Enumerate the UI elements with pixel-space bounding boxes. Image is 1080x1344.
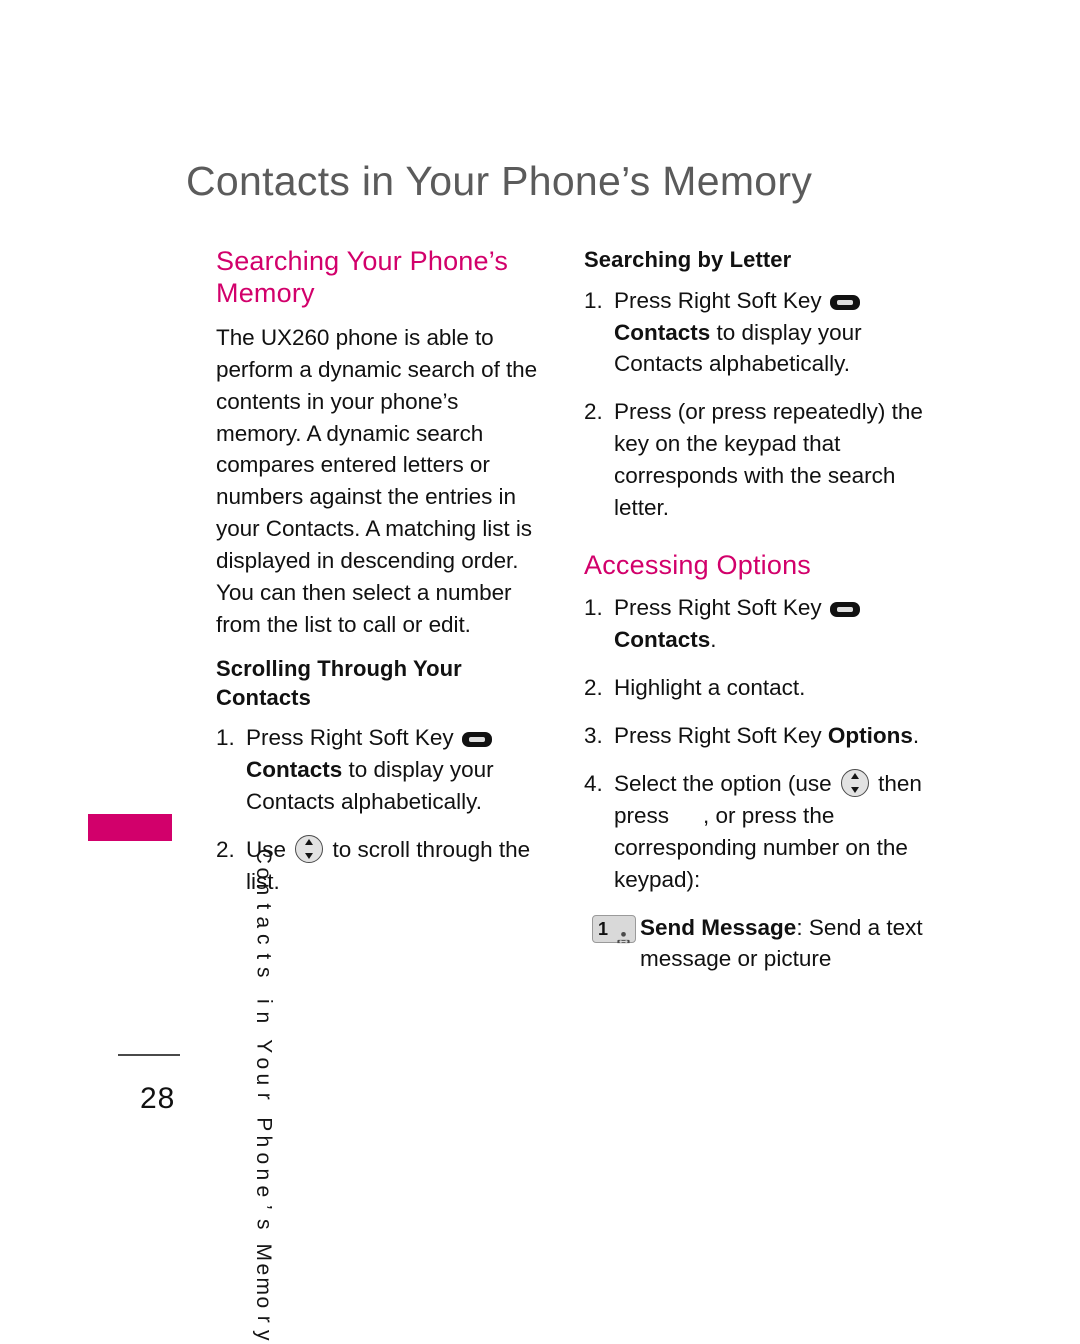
step-text: Press Right Soft Key (614, 287, 822, 313)
voicemail-icon (616, 922, 631, 943)
step-text: Press (or press repeatedly) the key on t… (614, 399, 923, 521)
step-options-4: 4. Select the option (use then press, or … (584, 768, 944, 896)
soft-key-icon (829, 294, 860, 310)
step-number: 2. (584, 399, 603, 425)
step-bold-contacts: Contacts (614, 626, 711, 652)
option-label: Send Message (640, 914, 797, 940)
step-text-tail: . (710, 626, 717, 652)
step-scroll-1: 1. Press Right Soft Key Contacts to displ… (216, 722, 546, 818)
right-column: Searching by Letter 1. Press Right Soft K… (584, 246, 944, 991)
step-number: 4. (584, 770, 603, 796)
step-text: Highlight a contact. (614, 674, 806, 700)
step-scroll-2: 2. Use to scroll through the list. (216, 834, 546, 898)
footer-divider (118, 1054, 180, 1056)
step-options-3: 3. Press Right Soft Key Options. (584, 720, 944, 752)
step-text: Select the option (use (614, 770, 832, 796)
step-number: 2. (216, 837, 235, 863)
step-options-2: 2. Highlight a contact. (584, 672, 944, 704)
keypad-key-1: 1 (592, 914, 636, 946)
step-text-tail: to scroll through the list. (246, 837, 531, 895)
step-text: Press Right Soft Key (614, 595, 822, 621)
step-options-1: 1. Press Right Soft Key Contacts. (584, 592, 944, 656)
section-heading-accessing-options: Accessing Options (584, 550, 812, 581)
step-letter-1: 1. Press Right Soft Key Contacts to displ… (584, 285, 944, 381)
step-text: Press Right Soft Key (614, 722, 828, 748)
step-number: 3. (584, 722, 603, 748)
key-1-icon: 1 (592, 914, 636, 943)
manual-page: Contacts in Your Ph o n e’ s Memory Contacts… (0, 0, 1080, 1341)
step-text-tail: . (912, 722, 920, 748)
step-number: 1. (584, 287, 603, 313)
step-bold-options: Options (827, 722, 913, 748)
page-title: Contacts in Your Phone’s Memory (186, 158, 813, 204)
soft-key-icon (829, 602, 860, 618)
subheading-searching-by-letter: Searching by Letter (584, 247, 792, 272)
page-number: 28 (140, 1082, 176, 1115)
step-number: 2. (584, 674, 603, 700)
step-text: Press Right Soft Key (246, 725, 454, 751)
chapter-color-tab (88, 814, 172, 841)
step-bold-contacts: Contacts (614, 319, 711, 345)
left-column: Searching Your Phone’s Memory The UX260 … (216, 246, 546, 914)
soft-key-icon (461, 732, 492, 748)
key-number-label: 1 (598, 918, 609, 939)
step-number: 1. (216, 725, 235, 751)
section-heading-searching-memory: Searching Your Phone’s Memory (216, 246, 509, 308)
missing-key-icon (669, 810, 703, 824)
option-item-send-message: 1 Send Message: Send a text message or p… (584, 912, 944, 976)
navigation-key-icon (295, 835, 324, 864)
step-letter-2: 2. Press (or press repeatedly) the key on… (584, 396, 944, 524)
intro-paragraph: The UX260 phone is able to perform a dyn… (216, 324, 538, 638)
step-bold-contacts: Contacts (246, 757, 343, 783)
step-number: 1. (584, 595, 603, 621)
navigation-key-icon (840, 768, 869, 797)
step-text: Use (246, 837, 287, 863)
chapter-side-rail: Contacts in Your Ph o n e’ s Memory (112, 420, 275, 1341)
subheading-scrolling-through-contacts: Scrolling Through Your Contacts (216, 656, 462, 710)
